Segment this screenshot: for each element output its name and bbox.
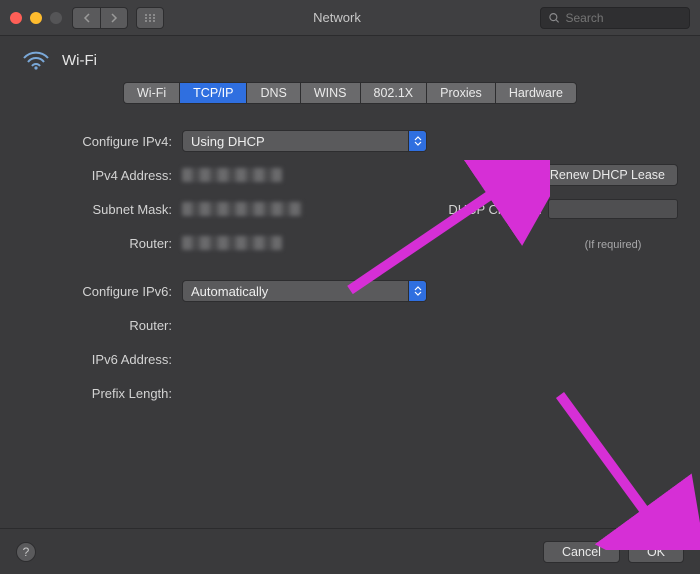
tab-proxies[interactable]: Proxies [426,82,495,104]
tab-tcpip[interactable]: TCP/IP [179,82,246,104]
chevron-left-icon [83,13,91,23]
back-button[interactable] [72,7,100,29]
dhcp-client-id-label: DHCP Client ID: [448,202,542,217]
minimize-window-button[interactable] [30,12,42,24]
configure-ipv4-label: Configure IPv4: [22,134,182,149]
tab-wins[interactable]: WINS [300,82,360,104]
show-all-button[interactable] [136,7,164,29]
wifi-icon [22,50,50,70]
footer: ? Cancel OK [0,528,700,574]
zoom-window-button[interactable] [50,12,62,24]
ipv4-address-label: IPv4 Address: [22,168,182,183]
subnet-mask-value [182,202,302,216]
ipv4-address-value [182,168,282,182]
stepper-icon [408,131,426,151]
ipv4-router-value [182,236,282,250]
window-title: Network [174,10,540,25]
forward-button[interactable] [100,7,128,29]
interface-header: Wi-Fi [0,36,700,78]
tabs: Wi-Fi TCP/IP DNS WINS 802.1X Proxies Har… [0,82,700,104]
search-icon [549,12,560,24]
ok-button[interactable]: OK [628,541,684,563]
stepper-icon [408,281,426,301]
interface-name: Wi-Fi [62,52,97,69]
ipv4-router-label: Router: [22,236,182,251]
titlebar: Network [0,0,700,36]
configure-ipv6-label: Configure IPv6: [22,284,182,299]
configure-ipv4-select[interactable]: Using DHCP [182,130,427,152]
tab-hardware[interactable]: Hardware [495,82,577,104]
annotation-arrow-ok [540,380,700,550]
search-field[interactable] [540,7,690,29]
tab-dns[interactable]: DNS [246,82,299,104]
subnet-mask-label: Subnet Mask: [22,202,182,217]
configure-ipv4-value: Using DHCP [191,134,265,149]
configure-ipv6-select[interactable]: Automatically [182,280,427,302]
grid-icon [144,13,156,23]
renew-dhcp-lease-button[interactable]: Renew DHCP Lease [537,164,678,186]
prefix-length-label: Prefix Length: [22,386,182,401]
ipv6-address-label: IPv6 Address: [22,352,182,367]
search-input[interactable] [566,11,682,25]
close-window-button[interactable] [10,12,22,24]
tab-8021x[interactable]: 802.1X [360,82,427,104]
window-controls [10,12,62,24]
cancel-button[interactable]: Cancel [543,541,620,563]
nav-buttons [72,7,128,29]
if-required-label: (If required) [585,239,642,251]
chevron-right-icon [110,13,118,23]
dhcp-client-id-field[interactable] [548,199,678,219]
tab-wifi[interactable]: Wi-Fi [123,82,179,104]
ipv6-router-label: Router: [22,318,182,333]
help-button[interactable]: ? [16,542,36,562]
tcpip-panel: Configure IPv4: Using DHCP IPv4 Address:… [0,104,700,404]
configure-ipv6-value: Automatically [191,284,268,299]
